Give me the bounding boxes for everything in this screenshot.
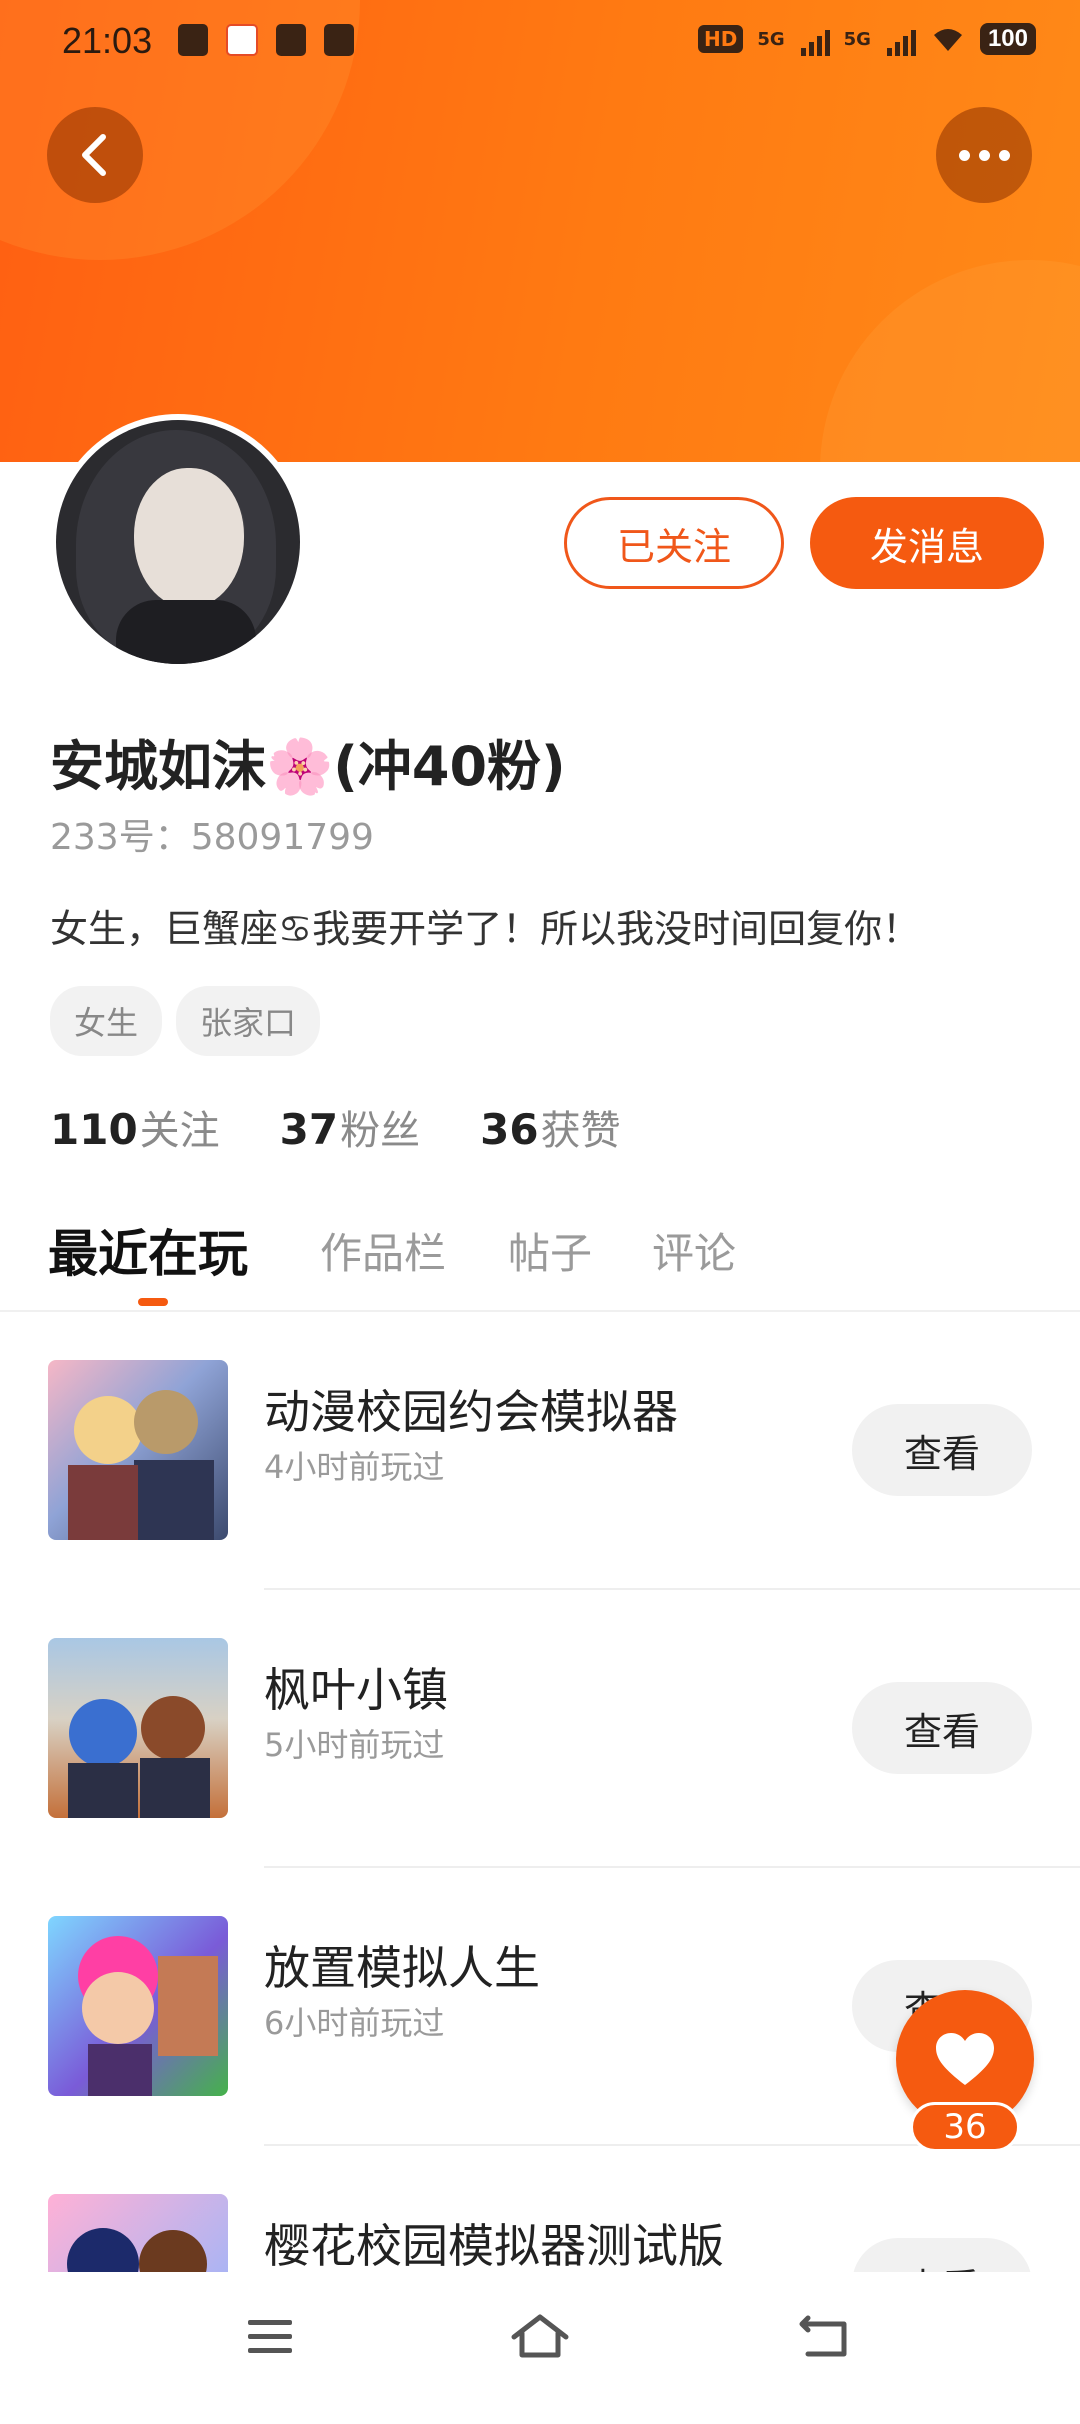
- tag-location: 张家口: [176, 986, 321, 1056]
- tab-indicator: [138, 1298, 168, 1306]
- notification-icons: [178, 24, 354, 56]
- profile-banner: 21:03 HD 5G 5G 100: [0, 0, 1080, 462]
- status-time: 21:03: [62, 20, 153, 61]
- like-count-badge: 36: [910, 2102, 1020, 2152]
- game-played-time: 4小时前玩过: [264, 1448, 445, 1486]
- more-options-button[interactable]: [936, 107, 1032, 203]
- tag-gender: 女生: [50, 986, 163, 1056]
- following-button[interactable]: 已关注: [564, 497, 784, 589]
- game-thumbnail: [48, 1638, 228, 1818]
- hourglass-icon: [276, 24, 306, 56]
- list-item[interactable]: 枫叶小镇 5小时前玩过 查看: [0, 1590, 1080, 1868]
- network-label: 5G: [757, 28, 785, 50]
- menu-icon[interactable]: [240, 2308, 300, 2364]
- game-title: 樱花校园模拟器测试版: [264, 2219, 724, 2273]
- more-dots-icon: [958, 149, 1010, 161]
- calendar-icon: [226, 24, 258, 56]
- list-item[interactable]: 动漫校园约会模拟器 4小时前玩过 查看: [0, 1312, 1080, 1590]
- view-button[interactable]: 查看: [852, 1404, 1032, 1496]
- status-bar: 21:03 HD 5G 5G 100: [0, 0, 1080, 86]
- send-message-button[interactable]: 发消息: [810, 497, 1044, 589]
- stat-number: 110: [50, 1105, 138, 1154]
- stat-number: 36: [480, 1105, 539, 1154]
- game-thumbnail: [48, 1360, 228, 1540]
- stat-fans[interactable]: 37粉丝: [280, 1098, 420, 1156]
- signal-icon: [886, 22, 916, 56]
- stat-likes[interactable]: 36获赞: [480, 1098, 620, 1156]
- heart-icon: [936, 2033, 994, 2085]
- battery-indicator: 100: [979, 23, 1036, 55]
- wifi-icon: [933, 29, 962, 51]
- avatar[interactable]: [50, 414, 306, 670]
- tab-works[interactable]: 作品栏: [320, 1220, 446, 1281]
- system-nav-bar: [0, 2272, 1080, 2400]
- profile-bio: 女生，巨蟹座♋我要开学了！所以我没时间回复你！: [50, 907, 921, 951]
- profile-stats: 110关注 37粉丝 36获赞: [50, 1098, 621, 1156]
- game-title: 放置模拟人生: [264, 1941, 540, 1995]
- game-title: 枫叶小镇: [264, 1663, 448, 1717]
- stat-label: 关注: [139, 1108, 220, 1154]
- stat-label: 粉丝: [340, 1108, 421, 1154]
- stat-following[interactable]: 110关注: [50, 1098, 220, 1156]
- profile-tabs: 最近在玩 作品栏 帖子 评论: [0, 1210, 1080, 1312]
- hd-voice-icon: HD: [697, 25, 744, 53]
- user-id: 233号：58091799: [50, 817, 374, 858]
- game-title: 动漫校园约会模拟器: [264, 1385, 678, 1439]
- tab-comments[interactable]: 评论: [652, 1220, 736, 1281]
- game-thumbnail: [48, 1916, 228, 2096]
- game-played-time: 5小时前玩过: [264, 1726, 445, 1764]
- tab-recently-played[interactable]: 最近在玩: [48, 1214, 248, 1286]
- stat-number: 37: [279, 1105, 339, 1154]
- home-icon[interactable]: [510, 2308, 570, 2364]
- view-button[interactable]: 查看: [852, 1682, 1032, 1774]
- avatar-image: [56, 420, 300, 664]
- stat-label: 获赞: [540, 1108, 621, 1154]
- profile-name: 安城如沫🌸(冲40粉): [50, 735, 566, 798]
- tab-posts[interactable]: 帖子: [508, 1220, 592, 1281]
- back-button[interactable]: [47, 107, 143, 203]
- game-played-time: 6小时前玩过: [264, 2004, 445, 2042]
- chevron-left-icon: [82, 134, 106, 176]
- system-icons: HD 5G 5G 100: [697, 22, 1036, 56]
- signal-icon: [800, 22, 830, 56]
- taobao-icon: [324, 24, 354, 56]
- network-label: 5G: [843, 28, 871, 50]
- profile-tags: 女生 张家口: [50, 986, 321, 1056]
- banner-decor: [820, 260, 1080, 462]
- back-nav-icon[interactable]: [794, 2308, 854, 2364]
- clipboard-icon: [178, 24, 208, 56]
